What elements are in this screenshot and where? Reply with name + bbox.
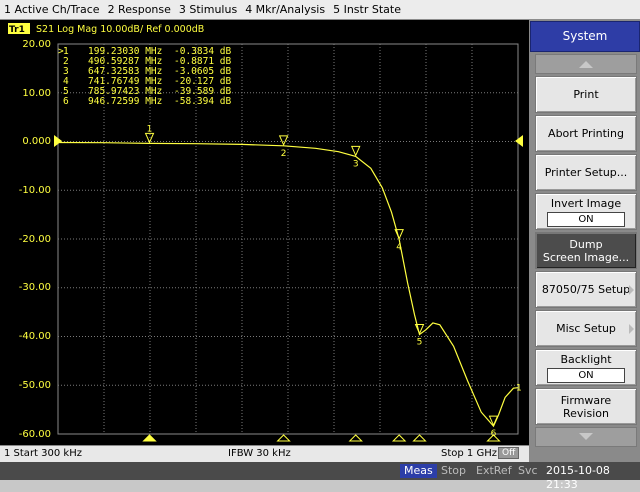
y-label-ref: 0.000 [22, 136, 51, 147]
date-time: 2015-10-08 21:33 [546, 464, 610, 491]
dump-screen-image-button[interactable]: Dump Screen Image... [535, 232, 637, 269]
meas-indicator: Meas [400, 464, 437, 478]
dump-label-line2: Screen Image... [542, 250, 630, 264]
marker-value: -58.394 dB [174, 96, 231, 107]
marker-label-5: 5 [417, 337, 423, 347]
sweep-off-badge: Off [498, 447, 520, 459]
y-label: 20.00 [22, 39, 51, 50]
active-marker-indicator: > [58, 46, 64, 57]
menu-active-ch-trace[interactable]: 1 Active Ch/Trace [0, 3, 104, 16]
trace-badge[interactable]: Tr1 [9, 25, 25, 35]
marker-label-1: 1 [147, 124, 153, 134]
svc-indicator: Svc [518, 464, 538, 477]
trace-plot[interactable]: Tr1 S21 Log Mag 10.00dB/ Ref 0.000dB 20.… [0, 20, 529, 445]
marker-label-3: 3 [353, 159, 359, 169]
menu-instr-state[interactable]: 5 Instr State [329, 3, 405, 16]
submenu-arrow-icon [629, 323, 634, 334]
y-label: 10.00 [22, 88, 51, 99]
trace-header: S21 Log Mag 10.00dB/ Ref 0.000dB [36, 24, 204, 35]
setup-87050-label: 87050/75 Setup [541, 283, 631, 296]
extref-indicator: ExtRef [476, 464, 512, 477]
abort-printing-button[interactable]: Abort Printing [535, 115, 637, 152]
marker-row: 6 946.72599 MHz -58.394 dB [63, 96, 231, 107]
backlight-label: Backlight [560, 352, 612, 366]
backlight-value: ON [547, 367, 625, 383]
stop-frequency[interactable]: Stop 1 GHz [441, 448, 497, 459]
invert-image-label: Invert Image [550, 196, 622, 210]
y-label: -40.00 [19, 331, 51, 342]
scroll-down-button[interactable] [535, 427, 637, 447]
abort-printing-label: Abort Printing [548, 127, 624, 140]
print-label: Print [573, 88, 599, 101]
trace-end-label: 1 [516, 384, 522, 394]
ifbw-readout[interactable]: IFBW 30 kHz [228, 448, 291, 459]
firmware-label-line1: Firmware [560, 393, 612, 407]
y-label: -60.00 [19, 429, 51, 440]
marker-label-4: 4 [396, 243, 402, 253]
invert-image-value: ON [547, 211, 625, 227]
y-label: -30.00 [19, 282, 51, 293]
printer-setup-label: Printer Setup... [544, 166, 628, 179]
setup-87050-button[interactable]: 87050/75 Setup [535, 271, 637, 308]
print-button[interactable]: Print [535, 76, 637, 113]
softkey-menu-title: System [530, 21, 640, 52]
trace-display[interactable]: Tr1 S21 Log Mag 10.00dB/ Ref 0.000dB 20.… [0, 20, 529, 445]
misc-setup-label: Misc Setup [556, 322, 616, 335]
printer-setup-button[interactable]: Printer Setup... [535, 154, 637, 191]
firmware-revision-button[interactable]: Firmware Revision [535, 388, 637, 425]
scroll-up-button[interactable] [535, 54, 637, 74]
menu-stimulus[interactable]: 3 Stimulus [175, 3, 241, 16]
y-label: -10.00 [19, 185, 51, 196]
invert-image-button[interactable]: Invert Image ON [535, 193, 637, 230]
y-label: -20.00 [19, 234, 51, 245]
instrument-status-bar: Meas Stop ExtRef Svc 2015-10-08 21:33 [0, 462, 640, 491]
submenu-arrow-icon [629, 284, 634, 295]
softkey-panel: System Print Abort Printing Printer Setu… [529, 20, 640, 462]
firmware-label-line2: Revision [563, 406, 609, 420]
chevron-down-icon [579, 433, 593, 440]
start-frequency[interactable]: 1 Start 300 kHz [4, 448, 82, 459]
menu-bar: 1 Active Ch/Trace 2 Response 3 Stimulus … [0, 0, 640, 20]
status-line: 1 Start 300 kHz IFBW 30 kHz Stop 1 GHz O… [0, 445, 529, 462]
chevron-up-icon [579, 61, 593, 68]
dump-label-line1: Dump [569, 237, 603, 251]
stop-indicator: Stop [441, 464, 467, 477]
marker-freq: 946.72599 MHz [88, 96, 162, 107]
misc-setup-button[interactable]: Misc Setup [535, 310, 637, 347]
marker-label-2: 2 [281, 149, 287, 159]
y-label: -50.00 [19, 380, 51, 391]
menu-mkr-analysis[interactable]: 4 Mkr/Analysis [241, 3, 329, 16]
marker-id: 6 [63, 96, 69, 107]
backlight-button[interactable]: Backlight ON [535, 349, 637, 386]
menu-response[interactable]: 2 Response [104, 3, 175, 16]
